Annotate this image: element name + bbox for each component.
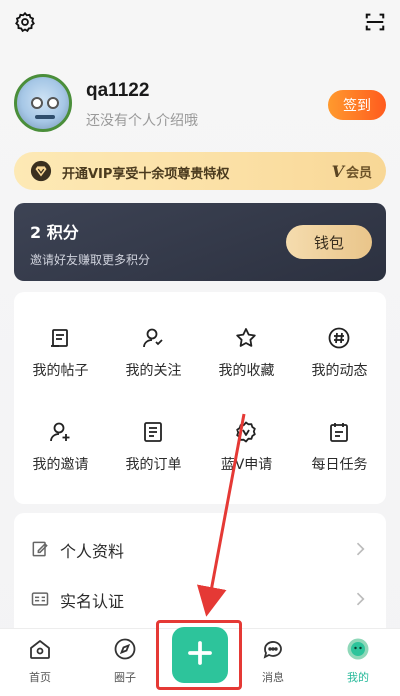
- grid-item-label: 我的收藏: [218, 363, 275, 379]
- create-post-button[interactable]: [172, 627, 228, 683]
- follow-icon: [140, 326, 166, 352]
- grid-item-my-favorites[interactable]: 我的收藏: [200, 326, 293, 406]
- hashtag-icon: [326, 326, 352, 352]
- grid-item-label: 我的动态: [311, 363, 368, 379]
- points-count: 2 积分: [30, 223, 79, 242]
- grid-item-my-posts[interactable]: 我的帖子: [14, 326, 107, 406]
- list-item-label: 个人资料: [60, 542, 125, 561]
- grid-item-label: 我的订单: [125, 457, 182, 473]
- vip-diamond-icon: [30, 160, 52, 182]
- grid-item-label: 蓝V申请: [220, 457, 273, 473]
- order-icon: [140, 420, 166, 446]
- points-card: 2 积分 邀请好友赚取更多积分 钱包: [14, 203, 386, 281]
- tab-label: 圈子: [114, 671, 136, 684]
- invite-friends-text[interactable]: 邀请好友赚取更多积分: [30, 251, 150, 268]
- tab-messages[interactable]: 消息: [243, 637, 303, 687]
- tab-mine[interactable]: 我的: [328, 637, 388, 687]
- settings-list: 个人资料 实名认证: [14, 513, 386, 643]
- plus-icon: [185, 638, 215, 672]
- profile-icon: [346, 637, 370, 661]
- vip-banner[interactable]: 开通VIP享受十余项尊贵特权 V 会员: [14, 152, 386, 190]
- grid-item-label: 我的邀请: [32, 457, 89, 473]
- vip-member-label: 会员: [345, 165, 372, 181]
- grid-item-daily-tasks[interactable]: 每日任务: [293, 420, 386, 500]
- grid-item-my-follows[interactable]: 我的关注: [107, 326, 200, 406]
- chevron-right-icon: [350, 539, 370, 559]
- tab-label: 我的: [347, 671, 369, 684]
- feature-grid: 我的帖子 我的关注 我的收藏 我的动态 我的邀请 我的订单 蓝V申请 每日任务: [14, 292, 386, 504]
- calendar-icon: [326, 420, 352, 446]
- username: qa1122: [86, 80, 150, 101]
- user-bio[interactable]: 还没有个人介绍哦: [86, 110, 198, 130]
- list-item-real-name-auth[interactable]: 实名认证: [14, 575, 386, 623]
- signin-button[interactable]: 签到: [328, 90, 386, 120]
- home-icon: [28, 637, 52, 661]
- grid-item-label: 每日任务: [311, 457, 368, 473]
- profile-header: qa1122 还没有个人介绍哦 签到: [14, 74, 386, 136]
- gear-icon[interactable]: [12, 9, 38, 35]
- id-card-icon: [30, 589, 50, 609]
- vip-member-badge[interactable]: V 会员: [332, 160, 372, 182]
- badge-icon: [233, 420, 259, 446]
- scan-icon[interactable]: [362, 9, 388, 35]
- message-icon: [261, 637, 285, 661]
- grid-item-blue-v-apply[interactable]: 蓝V申请: [200, 420, 293, 500]
- chevron-right-icon: [350, 589, 370, 609]
- grid-item-my-orders[interactable]: 我的订单: [107, 420, 200, 500]
- grid-item-my-activity[interactable]: 我的动态: [293, 326, 386, 406]
- star-icon: [233, 326, 259, 352]
- compass-icon: [113, 637, 137, 661]
- wallet-button[interactable]: 钱包: [286, 225, 372, 259]
- grid-item-my-invites[interactable]: 我的邀请: [14, 420, 107, 500]
- tab-label: 首页: [29, 671, 51, 684]
- tab-label: 消息: [262, 671, 284, 684]
- list-item-label: 实名认证: [60, 592, 125, 611]
- grid-item-label: 我的关注: [125, 363, 182, 379]
- edit-profile-icon: [30, 539, 50, 559]
- vip-promo-text: 开通VIP享受十余项尊贵特权: [62, 167, 230, 182]
- tab-home[interactable]: 首页: [10, 637, 70, 687]
- tab-circle[interactable]: 圈子: [95, 637, 155, 687]
- grid-item-label: 我的帖子: [32, 363, 89, 379]
- vip-v-icon: V: [331, 161, 344, 181]
- post-icon: [47, 326, 73, 352]
- top-bar: [0, 0, 400, 44]
- avatar[interactable]: [14, 74, 72, 132]
- invite-icon: [47, 420, 73, 446]
- list-item-profile[interactable]: 个人资料: [14, 525, 386, 573]
